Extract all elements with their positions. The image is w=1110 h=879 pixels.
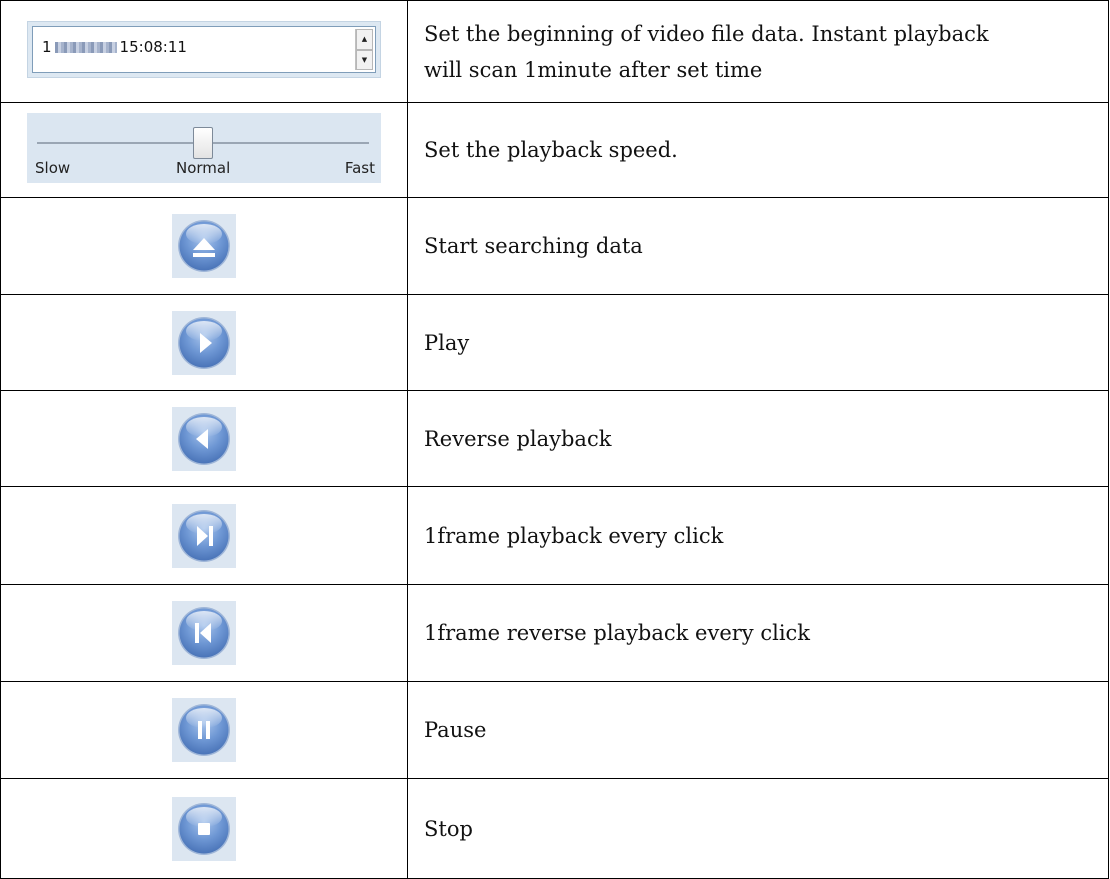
control-cell: [0, 584, 408, 682]
description-line: will scan 1minute after set time: [424, 57, 763, 82]
controls-table: 1 15:08:11 ▲ ▼ Set the beginning of video…: [0, 0, 1109, 879]
table-row: Start searching data: [0, 197, 1109, 295]
frame-backward-button[interactable]: [172, 601, 236, 665]
control-cell: Slow Normal Fast: [0, 102, 408, 198]
datetime-spinner[interactable]: ▲ ▼: [355, 29, 373, 70]
stop-button[interactable]: [172, 796, 236, 861]
table-row: Reverse playback: [0, 390, 1109, 487]
description-cell: Set the playback speed.: [407, 102, 1109, 198]
frame-backward-icon: [178, 607, 230, 659]
pause-button[interactable]: [172, 698, 236, 762]
stop-icon: [178, 802, 230, 855]
description-cell: Set the beginning of video file data. In…: [407, 0, 1109, 103]
search-data-button[interactable]: [172, 214, 236, 278]
play-icon: [178, 316, 230, 369]
control-cell: [0, 681, 408, 779]
datetime-value: 1 15:08:11: [42, 38, 187, 56]
spin-up-button[interactable]: ▲: [356, 29, 373, 50]
table-row: 1frame reverse playback every click: [0, 584, 1109, 682]
description-line: Set the beginning of video file data. In…: [424, 21, 989, 46]
table-row: 1 15:08:11 ▲ ▼ Set the beginning of video…: [0, 0, 1109, 103]
slider-label-normal: Normal: [176, 158, 231, 177]
frame-forward-button[interactable]: [172, 503, 236, 568]
datetime-time: 15:08:11: [119, 38, 187, 56]
datetime-day: 1: [42, 38, 52, 56]
table-row: Stop: [0, 778, 1109, 879]
control-cell: [0, 390, 408, 487]
description-cell: Play: [407, 294, 1109, 391]
table-row: Play: [0, 294, 1109, 391]
description-cell: 1frame playback every click: [407, 486, 1109, 585]
reverse-play-button[interactable]: [172, 406, 236, 471]
pause-icon: [178, 704, 230, 756]
table-row: 1frame playback every click: [0, 486, 1109, 585]
eject-icon: [178, 220, 230, 272]
table-row: Pause: [0, 681, 1109, 779]
slider-thumb[interactable]: [193, 126, 213, 159]
slider-label-fast: Fast: [344, 158, 375, 177]
redacted-date: [54, 42, 117, 53]
description-cell: 1frame reverse playback every click: [407, 584, 1109, 682]
frame-forward-icon: [178, 509, 230, 562]
control-cell: [0, 778, 408, 879]
description-cell: Reverse playback: [407, 390, 1109, 487]
control-cell: [0, 197, 408, 295]
reverse-play-icon: [178, 412, 230, 465]
description-cell: Stop: [407, 778, 1109, 879]
play-button[interactable]: [172, 310, 236, 375]
control-cell: [0, 294, 408, 391]
slider-label-slow: Slow: [35, 158, 71, 177]
control-cell: 1 15:08:11 ▲ ▼: [0, 0, 408, 103]
control-cell: [0, 486, 408, 585]
datetime-picker[interactable]: 1 15:08:11 ▲ ▼: [27, 21, 381, 78]
description-cell: Pause: [407, 681, 1109, 779]
spin-down-button[interactable]: ▼: [356, 49, 373, 70]
datetime-field[interactable]: 1 15:08:11 ▲ ▼: [32, 26, 376, 73]
description-cell: Start searching data: [407, 197, 1109, 295]
table-row: Slow Normal Fast Set the playback speed.: [0, 102, 1109, 198]
speed-slider[interactable]: Slow Normal Fast: [27, 112, 381, 183]
